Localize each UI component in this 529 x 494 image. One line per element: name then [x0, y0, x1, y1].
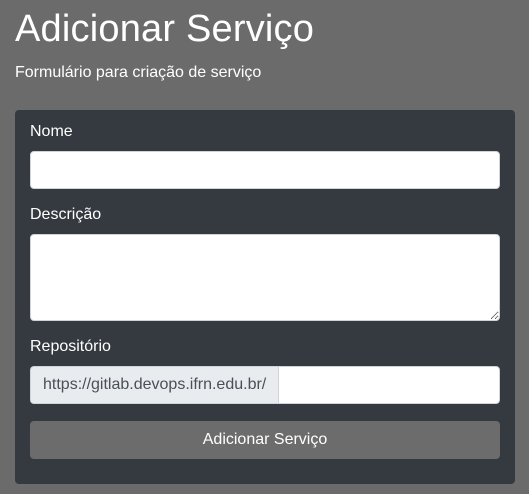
name-group: Nome — [30, 123, 500, 189]
description-group: Descrição — [30, 206, 500, 321]
repository-input-group: https://gitlab.devops.ifrn.edu.br/ — [30, 366, 500, 404]
description-label: Descrição — [30, 206, 102, 223]
repository-label: Repositório — [30, 338, 111, 355]
repository-url-prefix: https://gitlab.devops.ifrn.edu.br/ — [30, 366, 279, 404]
page-title: Adicionar Serviço — [15, 8, 315, 50]
add-service-button[interactable]: Adicionar Serviço — [30, 421, 500, 459]
repository-input[interactable] — [278, 366, 500, 404]
name-label: Nome — [30, 123, 73, 140]
repository-group: Repositório https://gitlab.devops.ifrn.e… — [30, 338, 500, 404]
page-subtitle: Formulário para criação de serviço — [15, 64, 262, 81]
service-form: Nome Descrição Repositório https://gitla… — [15, 110, 515, 484]
description-textarea[interactable] — [30, 234, 500, 321]
page: Adicionar Serviço Formulário para criaçã… — [0, 0, 529, 494]
name-input[interactable] — [30, 151, 500, 189]
